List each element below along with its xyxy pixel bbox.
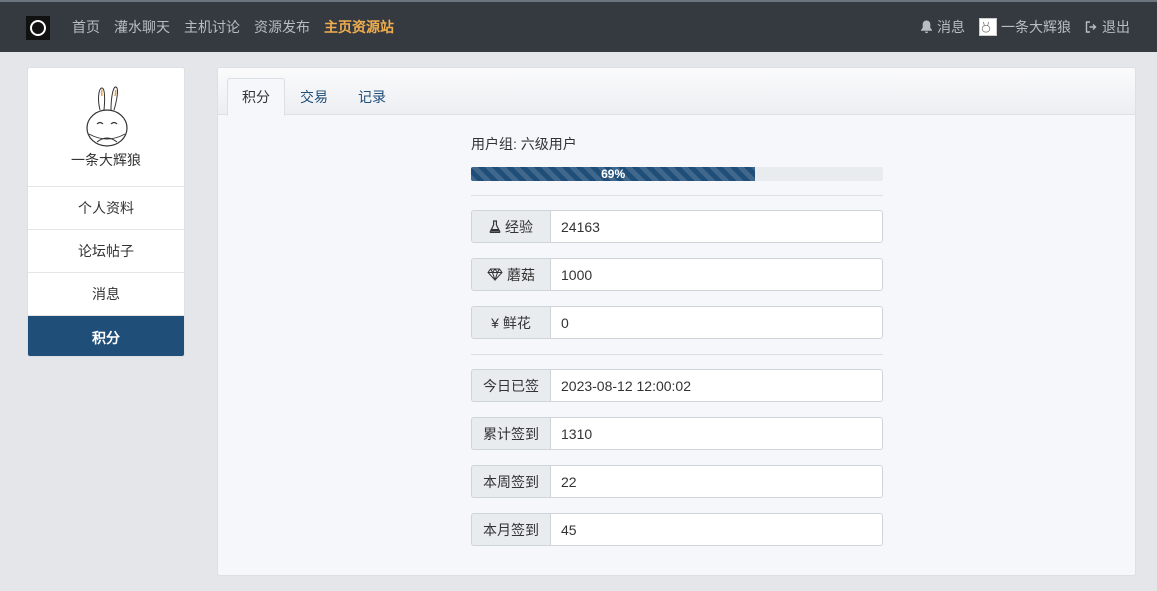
diamond-icon xyxy=(487,268,503,281)
signin-row-total: 累计签到 1310 xyxy=(471,417,883,450)
stat-label-flowers: ¥ 鲜花 xyxy=(471,306,550,339)
divider xyxy=(471,195,883,196)
signin-value-total: 1310 xyxy=(550,417,883,450)
signin-value-today: 2023-08-12 12:00:02 xyxy=(550,369,883,402)
nav-link-host[interactable]: 主机讨论 xyxy=(184,17,240,37)
logout-label: 退出 xyxy=(1102,19,1130,35)
signin-label-month: 本月签到 xyxy=(471,513,550,546)
nav-link-chat[interactable]: 灌水聊天 xyxy=(114,17,170,37)
messages-link[interactable]: 消息 xyxy=(920,17,965,37)
signin-value-week: 22 xyxy=(550,465,883,498)
user-group-label: 用户组: 六级用户 xyxy=(471,136,577,152)
signin-row-week: 本周签到 22 xyxy=(471,465,883,498)
messages-label: 消息 xyxy=(937,19,965,35)
signin-label-today: 今日已签 xyxy=(471,369,550,402)
stat-value-experience: 24163 xyxy=(550,210,883,243)
signin-value-month: 45 xyxy=(550,513,883,546)
sidebar-item-points[interactable]: 积分 xyxy=(28,316,184,356)
user-menu[interactable]: 一条大辉狼 xyxy=(979,17,1071,37)
tab-bar: 积分 交易 记录 xyxy=(218,68,1135,116)
signin-label-total: 累计签到 xyxy=(471,417,550,450)
signin-label-week: 本周签到 xyxy=(471,465,550,498)
stat-label-mushroom: 蘑菇 xyxy=(471,258,550,291)
username-label: 一条大辉狼 xyxy=(1001,19,1071,35)
signin-row-today: 今日已签 2023-08-12 12:00:02 xyxy=(471,369,883,402)
site-logo[interactable] xyxy=(26,16,50,40)
stat-value-mushroom: 1000 xyxy=(550,258,883,291)
progress-fill: 69% xyxy=(471,167,756,181)
sidebar-item-messages[interactable]: 消息 xyxy=(28,273,184,316)
nav-link-homepage-resources[interactable]: 主页资源站 xyxy=(324,17,394,37)
sidebar-item-profile[interactable]: 个人资料 xyxy=(28,187,184,230)
yen-icon: ¥ xyxy=(491,314,499,331)
nav-link-resources[interactable]: 资源发布 xyxy=(254,17,310,37)
tab-points[interactable]: 积分 xyxy=(227,78,285,116)
stat-row-experience: 经验 24163 xyxy=(471,210,883,243)
stat-row-mushroom: 蘑菇 1000 xyxy=(471,258,883,291)
points-content: 用户组: 六级用户 69% 经验 24163 蘑菇 1000 ¥ 鲜花 0 今日… xyxy=(471,134,883,561)
signin-row-month: 本月签到 45 xyxy=(471,513,883,546)
sidebar-item-forum-posts[interactable]: 论坛帖子 xyxy=(28,230,184,273)
level-progress-bar: 69% xyxy=(471,167,883,181)
flask-icon xyxy=(489,220,501,233)
bell-icon xyxy=(921,20,932,34)
profile-name: 一条大辉狼 xyxy=(71,152,141,168)
logout-icon xyxy=(1085,21,1097,33)
stat-row-flowers: ¥ 鲜花 0 xyxy=(471,306,883,339)
avatar[interactable] xyxy=(75,84,139,148)
stat-value-flowers: 0 xyxy=(550,306,883,339)
stat-label-experience: 经验 xyxy=(471,210,550,243)
sidebar: 一条大辉狼 个人资料 论坛帖子 消息 积分 xyxy=(27,67,185,357)
profile-card: 一条大辉狼 xyxy=(28,68,184,187)
tab-records[interactable]: 记录 xyxy=(344,78,400,115)
divider xyxy=(471,354,883,355)
nav-link-home[interactable]: 首页 xyxy=(72,17,100,37)
nav-links: 首页 灌水聊天 主机讨论 资源发布 主页资源站 xyxy=(72,2,408,52)
logout-link[interactable]: 退出 xyxy=(1085,17,1130,37)
user-avatar xyxy=(979,18,997,36)
top-navbar: 首页 灌水聊天 主机讨论 资源发布 主页资源站 消息 一条大辉狼 退出 xyxy=(0,0,1157,52)
main-panel: 积分 交易 记录 用户组: 六级用户 69% 经验 24163 蘑菇 1000 xyxy=(217,67,1136,576)
tab-trade[interactable]: 交易 xyxy=(286,78,342,115)
